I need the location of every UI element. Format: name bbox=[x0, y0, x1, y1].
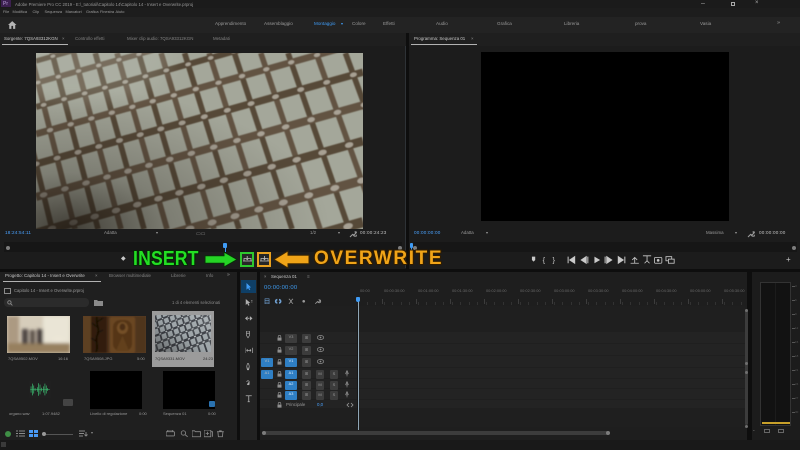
svg-text:{: { bbox=[543, 255, 546, 264]
svg-text:}: } bbox=[552, 255, 555, 264]
